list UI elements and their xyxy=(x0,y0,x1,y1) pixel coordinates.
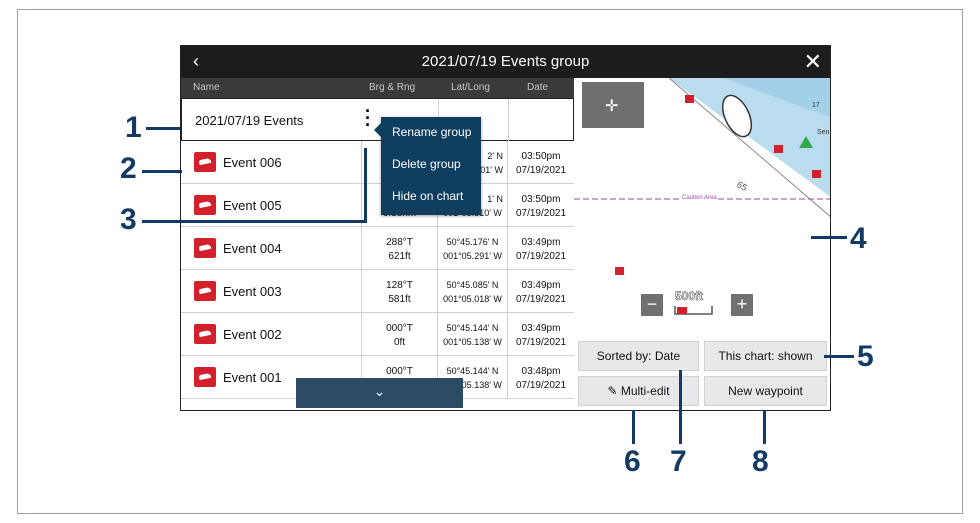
col-brg: Brg & Rng xyxy=(369,82,416,93)
page-title: 2021/07/19 Events group xyxy=(421,53,590,70)
event-name: Event 006 xyxy=(223,155,282,170)
callout-line-5 xyxy=(824,355,854,358)
event-name: Event 003 xyxy=(223,284,282,299)
more-options-icon[interactable]: · · · xyxy=(365,102,371,134)
chart-visibility-button[interactable]: This chart: shown xyxy=(704,341,827,371)
event-name: Event 001 xyxy=(223,370,282,385)
chevron-down-icon: ⌄ xyxy=(373,383,386,399)
date-cell: 03:49pm 07/19/2021 xyxy=(507,313,574,356)
sort-button[interactable]: Sorted by: Date xyxy=(578,341,699,371)
list-item[interactable]: Event 004 288°T 621ft 50°45.176' N 001°05.… xyxy=(181,227,574,270)
event-marker xyxy=(677,307,687,314)
context-menu: Rename group Delete group Hide on chart xyxy=(374,117,481,215)
callout-2: 2 xyxy=(120,152,137,185)
chart-side-label: Sen xyxy=(817,129,830,136)
latlong-cell: 50°45.085' N 001°05.018' W xyxy=(437,270,507,313)
callout-line-7 xyxy=(679,370,682,444)
callout-5: 5 xyxy=(857,340,874,373)
callout-7: 7 xyxy=(670,445,687,478)
multi-edit-label: Multi-edit xyxy=(620,384,670,398)
event-marker-icon xyxy=(194,324,216,344)
pencil-icon: ✎ xyxy=(607,384,621,398)
col-name: Name xyxy=(193,82,220,93)
list-item[interactable]: Event 006 2' N 01' W 03:50pm 07/19/2021 xyxy=(181,141,574,184)
event-marker xyxy=(774,145,783,153)
event-marker-icon xyxy=(194,152,216,172)
chart-label: 17 xyxy=(812,102,820,109)
chart-view[interactable]: 65 Caution Area 17 Sen ✛ − + 500ft xyxy=(574,78,830,338)
list-header: Name Brg & Rng Lat/Long Date xyxy=(181,78,574,98)
caution-label: Caution Area xyxy=(682,195,717,201)
event-marker xyxy=(615,267,624,275)
list-item[interactable]: Event 002 000°T 0ft 50°45.144' N 001°05.13… xyxy=(181,313,574,356)
center-position-button[interactable]: ✛ xyxy=(582,82,644,128)
brg-rng-cell: 288°T 621ft xyxy=(361,227,437,270)
date-cell: 03:50pm 07/19/2021 xyxy=(507,141,574,184)
event-name: Event 005 xyxy=(223,198,282,213)
date-cell: 03:49pm 07/19/2021 xyxy=(507,270,574,313)
menu-item-delete[interactable]: Delete group xyxy=(392,157,461,171)
brg-rng-cell: 000°T 0ft xyxy=(361,313,437,356)
callout-4: 4 xyxy=(850,222,867,255)
brg-rng-cell: 128°T 581ft xyxy=(361,270,437,313)
group-date-cell xyxy=(508,99,575,142)
latlong-cell: 50°45.144' N 001°05.138' W xyxy=(437,313,507,356)
event-marker-icon xyxy=(194,281,216,301)
title-bar: ‹ 2021/07/19 Events group ✕ xyxy=(181,46,830,78)
event-marker xyxy=(812,170,821,178)
callout-line-8 xyxy=(763,410,766,444)
callout-8: 8 xyxy=(752,445,769,478)
callout-line-6 xyxy=(632,410,635,444)
scroll-down-button[interactable]: ⌄ xyxy=(296,378,463,408)
zoom-in-button[interactable]: + xyxy=(731,294,753,316)
new-waypoint-button[interactable]: New waypoint xyxy=(704,376,827,406)
event-marker-icon xyxy=(194,238,216,258)
event-name: Event 004 xyxy=(223,241,282,256)
event-marker-icon xyxy=(194,367,216,387)
callout-6: 6 xyxy=(624,445,641,478)
date-cell: 03:49pm 07/19/2021 xyxy=(507,227,574,270)
close-icon[interactable]: ✕ xyxy=(804,49,822,75)
callout-line-4 xyxy=(811,236,847,239)
callout-1: 1 xyxy=(125,111,142,144)
scale-label: 500ft xyxy=(675,289,704,304)
event-marker-icon xyxy=(194,195,216,215)
menu-item-rename[interactable]: Rename group xyxy=(392,125,471,139)
date-cell: 03:48pm 07/19/2021 xyxy=(507,356,574,399)
col-date: Date xyxy=(527,82,549,93)
callout-line-3 xyxy=(142,220,366,223)
list-item[interactable]: Event 003 128°T 581ft 50°45.085' N 001°05.… xyxy=(181,270,574,313)
date-cell: 03:50pm 07/19/2021 xyxy=(507,184,574,227)
latlong-cell: 50°45.176' N 001°05.291' W xyxy=(437,227,507,270)
col-latlong: Lat/Long xyxy=(451,82,490,93)
callout-line-1 xyxy=(146,127,180,130)
display-screen: ‹ 2021/07/19 Events group ✕ Name Brg & R… xyxy=(180,45,831,411)
callout-3: 3 xyxy=(120,203,137,236)
event-name: Event 002 xyxy=(223,327,282,342)
group-name: 2021/07/19 Events xyxy=(195,113,304,128)
zoom-out-button[interactable]: − xyxy=(641,294,663,316)
event-marker xyxy=(685,95,694,103)
menu-item-hide[interactable]: Hide on chart xyxy=(392,189,463,203)
callout-line-2 xyxy=(142,170,182,173)
crosshair-icon: ✛ xyxy=(605,98,619,115)
callout-line-3b xyxy=(364,148,367,223)
